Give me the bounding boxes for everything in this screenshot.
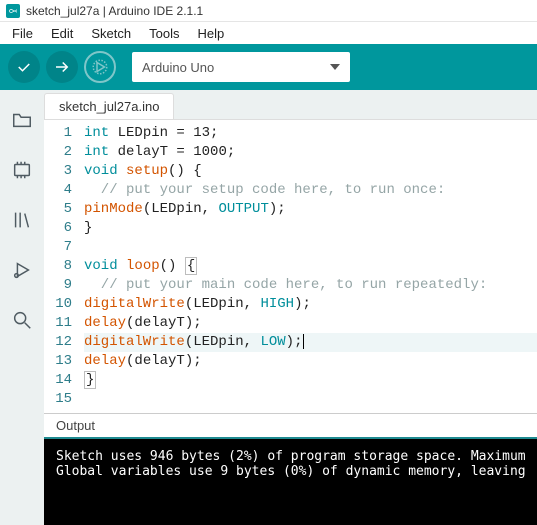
- code-line[interactable]: 12digitalWrite(LEDpin, LOW);: [44, 333, 537, 352]
- board-selector-label: Arduino Uno: [142, 60, 214, 75]
- toolbar: Arduino Uno: [0, 44, 537, 90]
- output-label: Output: [56, 418, 95, 433]
- line-number: 11: [44, 314, 84, 333]
- activity-bar: [0, 90, 44, 525]
- code-line[interactable]: 9 // put your main code here, to run rep…: [44, 276, 537, 295]
- output-panel-header[interactable]: Output: [44, 413, 537, 439]
- code-line[interactable]: 2int delayT = 1000;: [44, 143, 537, 162]
- code-text[interactable]: // put your setup code here, to run once…: [84, 181, 537, 200]
- code-line[interactable]: 14}: [44, 371, 537, 390]
- verify-button[interactable]: [8, 51, 40, 83]
- code-text[interactable]: }: [84, 371, 537, 390]
- code-line[interactable]: 11delay(delayT);: [44, 314, 537, 333]
- line-number: 6: [44, 219, 84, 238]
- line-number: 1: [44, 124, 84, 143]
- code-line[interactable]: 10digitalWrite(LEDpin, HIGH);: [44, 295, 537, 314]
- code-text[interactable]: void loop() {: [84, 257, 537, 276]
- console-line: Sketch uses 946 bytes (2%) of program st…: [56, 449, 525, 464]
- line-number: 2: [44, 143, 84, 162]
- line-number: 5: [44, 200, 84, 219]
- code-text[interactable]: delay(delayT);: [84, 314, 537, 333]
- line-number: 4: [44, 181, 84, 200]
- code-line[interactable]: 8void loop() {: [44, 257, 537, 276]
- line-number: 7: [44, 238, 84, 257]
- main-area: sketch_jul27a.ino 1int LEDpin = 13;2int …: [0, 90, 537, 525]
- arduino-app-icon: [6, 4, 20, 18]
- code-line[interactable]: 7: [44, 238, 537, 257]
- code-text[interactable]: [84, 238, 537, 257]
- menu-edit[interactable]: Edit: [43, 24, 81, 43]
- menu-help[interactable]: Help: [189, 24, 232, 43]
- code-line[interactable]: 15: [44, 390, 537, 409]
- code-line[interactable]: 5pinMode(LEDpin, OUTPUT);: [44, 200, 537, 219]
- window-title: sketch_jul27a | Arduino IDE 2.1.1: [26, 4, 203, 18]
- line-number: 8: [44, 257, 84, 276]
- line-number: 15: [44, 390, 84, 409]
- code-line[interactable]: 1int LEDpin = 13;: [44, 124, 537, 143]
- code-text[interactable]: int LEDpin = 13;: [84, 124, 537, 143]
- code-text[interactable]: // put your main code here, to run repea…: [84, 276, 537, 295]
- tab-label: sketch_jul27a.ino: [59, 99, 159, 114]
- upload-button[interactable]: [46, 51, 78, 83]
- code-line[interactable]: 4 // put your setup code here, to run on…: [44, 181, 537, 200]
- line-number: 10: [44, 295, 84, 314]
- menubar: File Edit Sketch Tools Help: [0, 22, 537, 44]
- editor-area: sketch_jul27a.ino 1int LEDpin = 13;2int …: [44, 90, 537, 525]
- code-text[interactable]: int delayT = 1000;: [84, 143, 537, 162]
- chevron-down-icon: [330, 64, 340, 70]
- library-icon[interactable]: [10, 208, 34, 232]
- menu-file[interactable]: File: [4, 24, 41, 43]
- text-cursor: [303, 334, 304, 349]
- code-text[interactable]: digitalWrite(LEDpin, HIGH);: [84, 295, 537, 314]
- folder-icon[interactable]: [10, 108, 34, 132]
- board-selector[interactable]: Arduino Uno: [132, 52, 350, 82]
- code-text[interactable]: delay(delayT);: [84, 352, 537, 371]
- line-number: 13: [44, 352, 84, 371]
- code-text[interactable]: }: [84, 219, 537, 238]
- debug-icon[interactable]: [10, 258, 34, 282]
- menu-tools[interactable]: Tools: [141, 24, 187, 43]
- board-manager-icon[interactable]: [10, 158, 34, 182]
- titlebar: sketch_jul27a | Arduino IDE 2.1.1: [0, 0, 537, 22]
- console-line: Global variables use 9 bytes (0%) of dyn…: [56, 464, 525, 479]
- line-number: 3: [44, 162, 84, 181]
- code-text[interactable]: void setup() {: [84, 162, 537, 181]
- code-text[interactable]: pinMode(LEDpin, OUTPUT);: [84, 200, 537, 219]
- line-number: 12: [44, 333, 84, 352]
- code-line[interactable]: 6}: [44, 219, 537, 238]
- editor-tabs: sketch_jul27a.ino: [44, 90, 537, 120]
- search-icon[interactable]: [10, 308, 34, 332]
- code-text[interactable]: [84, 390, 537, 409]
- code-line[interactable]: 13delay(delayT);: [44, 352, 537, 371]
- debug-button[interactable]: [84, 51, 116, 83]
- code-text[interactable]: digitalWrite(LEDpin, LOW);: [84, 333, 537, 352]
- code-editor[interactable]: 1int LEDpin = 13;2int delayT = 1000;3voi…: [44, 120, 537, 413]
- line-number: 14: [44, 371, 84, 390]
- line-number: 9: [44, 276, 84, 295]
- code-line[interactable]: 3void setup() {: [44, 162, 537, 181]
- output-console[interactable]: Sketch uses 946 bytes (2%) of program st…: [44, 439, 537, 525]
- tab-sketch[interactable]: sketch_jul27a.ino: [44, 93, 174, 119]
- menu-sketch[interactable]: Sketch: [83, 24, 139, 43]
